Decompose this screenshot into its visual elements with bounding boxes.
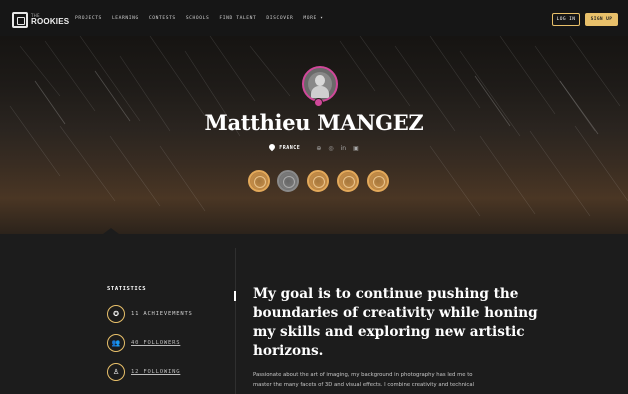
users-icon: 👥 <box>111 338 121 347</box>
stat-label[interactable]: 40 FOLLOWERS <box>131 340 180 346</box>
section-notch <box>103 228 119 234</box>
status-dot <box>314 98 323 107</box>
star-trails-background <box>9 36 628 217</box>
instagram-icon[interactable]: ◎ <box>328 145 333 152</box>
bio-text: Passionate about the art of imaging, my … <box>253 370 533 390</box>
nav-schools[interactable]: SCHOOLS <box>186 16 210 21</box>
bio-line: Passionate about the art of imaging, my … <box>253 372 473 378</box>
rookies-logo[interactable]: THE ROOKIES <box>12 12 69 28</box>
quote-bar <box>234 291 236 301</box>
badge-icon[interactable] <box>367 170 389 192</box>
user-follow-icon: ♙ <box>112 367 120 376</box>
globe-icon[interactable]: ⊕ <box>316 145 321 152</box>
badge-row <box>248 170 389 192</box>
youtube-icon[interactable]: ▣ <box>353 145 359 152</box>
stat-label: 11 ACHIEVEMENTS <box>131 311 193 317</box>
location-row: FRANCE ⊕ ◎ in ▣ <box>0 144 628 152</box>
stat-followers[interactable]: 👥 40 FOLLOWERS <box>107 334 180 352</box>
badge-icon[interactable] <box>277 170 299 192</box>
stat-label[interactable]: 12 FOLLOWING <box>131 369 180 375</box>
nav-projects[interactable]: PROJECTS <box>75 16 102 21</box>
column-divider <box>235 248 236 394</box>
signup-button[interactable]: SIGN UP <box>585 13 618 26</box>
bio-line: master the many facets of 3D and visual … <box>253 382 475 388</box>
social-links: ⊕ ◎ in ▣ <box>316 145 358 152</box>
award-icon: ✪ <box>113 309 119 318</box>
login-button[interactable]: LOG IN <box>552 13 580 26</box>
profile-name: Matthieu MANGEZ <box>204 110 424 135</box>
nav-learning[interactable]: LEARNING <box>112 16 139 21</box>
location-pin-icon <box>269 144 275 152</box>
linkedin-icon[interactable]: in <box>341 145 346 152</box>
main-menu: PROJECTS LEARNING CONTESTS SCHOOLS FIND … <box>75 16 324 21</box>
country-label: FRANCE <box>279 145 301 151</box>
profile-avatar[interactable] <box>302 66 338 102</box>
nav-discover[interactable]: DISCOVER <box>266 16 293 21</box>
nav-contests[interactable]: CONTESTS <box>149 16 176 21</box>
nav-more-dropdown[interactable]: MORE ▾ <box>303 16 323 21</box>
profile-hero: Matthieu MANGEZ FRANCE ⊕ ◎ in ▣ <box>0 36 628 234</box>
stat-achievements[interactable]: ✪ 11 ACHIEVEMENTS <box>107 305 193 323</box>
badge-icon[interactable] <box>248 170 270 192</box>
stat-following[interactable]: ♙ 12 FOLLOWING <box>107 363 180 381</box>
goal-statement: My goal is to continue pushing the bound… <box>253 286 538 359</box>
top-nav: THE ROOKIES PROJECTS LEARNING CONTESTS S… <box>0 0 628 36</box>
logo-name: ROOKIES <box>31 17 70 26</box>
badge-icon[interactable] <box>307 170 329 192</box>
rookies-logo-icon <box>12 12 28 28</box>
nav-find-talent[interactable]: FIND TALENT <box>219 16 256 21</box>
statistics-title: STATISTICS <box>107 286 147 292</box>
badge-icon[interactable] <box>337 170 359 192</box>
